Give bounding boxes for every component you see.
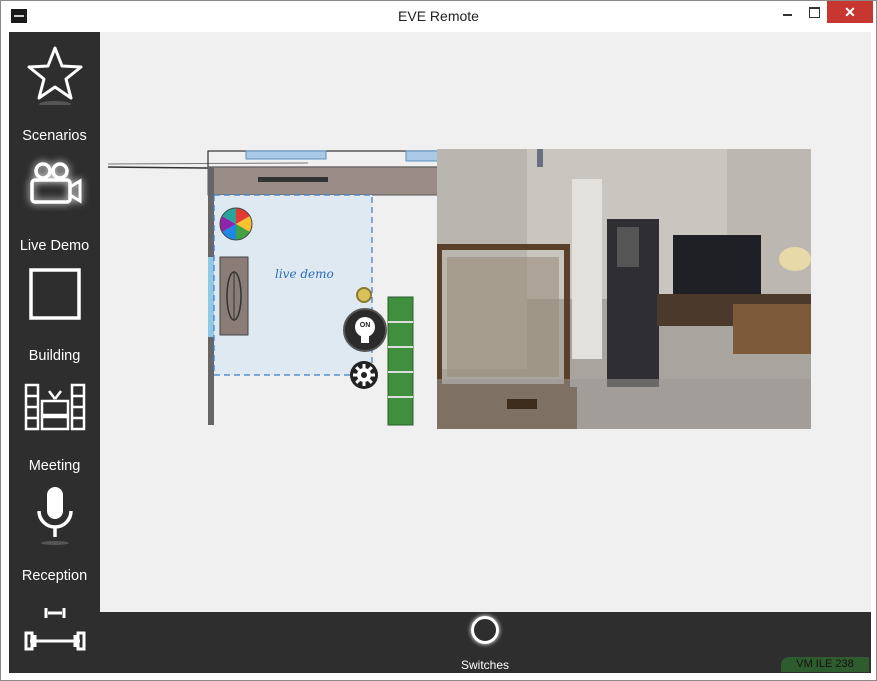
- status-badge: VM ILE 238: [781, 657, 869, 672]
- app-window: EVE Remote ✕ Scenarios Live Demo Buildin…: [0, 0, 877, 681]
- maximize-button[interactable]: [801, 1, 827, 23]
- camera-icon: [24, 153, 86, 215]
- dumbbell-icon: [24, 593, 86, 655]
- sidebar-item-live-demo[interactable]: Live Demo: [9, 147, 100, 257]
- light-toggle-button[interactable]: ON: [343, 308, 387, 352]
- sidebar-item-label: Building: [28, 348, 81, 364]
- sidebar-item-label: Scenarios: [22, 128, 87, 144]
- sidebar-item-meeting[interactable]: Meeting: [9, 367, 100, 477]
- circle-icon: [471, 616, 499, 644]
- sidebar: Scenarios Live Demo Building Meeting Rec: [9, 32, 100, 673]
- bottom-bar: Switches VM ILE 238: [100, 612, 871, 673]
- microphone-icon: [24, 483, 86, 545]
- live-camera-feed[interactable]: [437, 149, 811, 429]
- sidebar-item-reception[interactable]: Reception: [9, 477, 100, 587]
- sidebar-item-fitness[interactable]: [9, 587, 100, 673]
- sidebar-item-scenarios[interactable]: Scenarios: [9, 37, 100, 147]
- title-bar: EVE Remote ✕: [1, 1, 876, 31]
- close-button[interactable]: ✕: [827, 1, 873, 23]
- gear-icon: [353, 364, 375, 386]
- lightbulb-icon: ON: [355, 317, 375, 343]
- tv-icon: [24, 373, 86, 435]
- window-title: EVE Remote: [398, 8, 479, 24]
- minimize-button[interactable]: [771, 1, 805, 23]
- floor-plan[interactable]: live demo ON: [107, 147, 439, 427]
- room-label: live demo: [275, 267, 334, 281]
- switches-label: Switches: [460, 658, 510, 672]
- lamp-indicator[interactable]: [356, 287, 372, 303]
- sidebar-item-label: Live Demo: [19, 238, 90, 254]
- sidebar-item-building[interactable]: Building: [9, 257, 100, 367]
- settings-button[interactable]: [350, 361, 378, 389]
- switches-button[interactable]: Switches: [450, 616, 520, 672]
- main-content: live demo ON: [100, 32, 871, 612]
- star-icon: [24, 43, 86, 107]
- square-icon: [24, 263, 86, 325]
- sidebar-item-label: Reception: [21, 568, 88, 584]
- sidebar-item-label: Meeting: [28, 458, 81, 474]
- light-state-text: ON: [360, 322, 371, 329]
